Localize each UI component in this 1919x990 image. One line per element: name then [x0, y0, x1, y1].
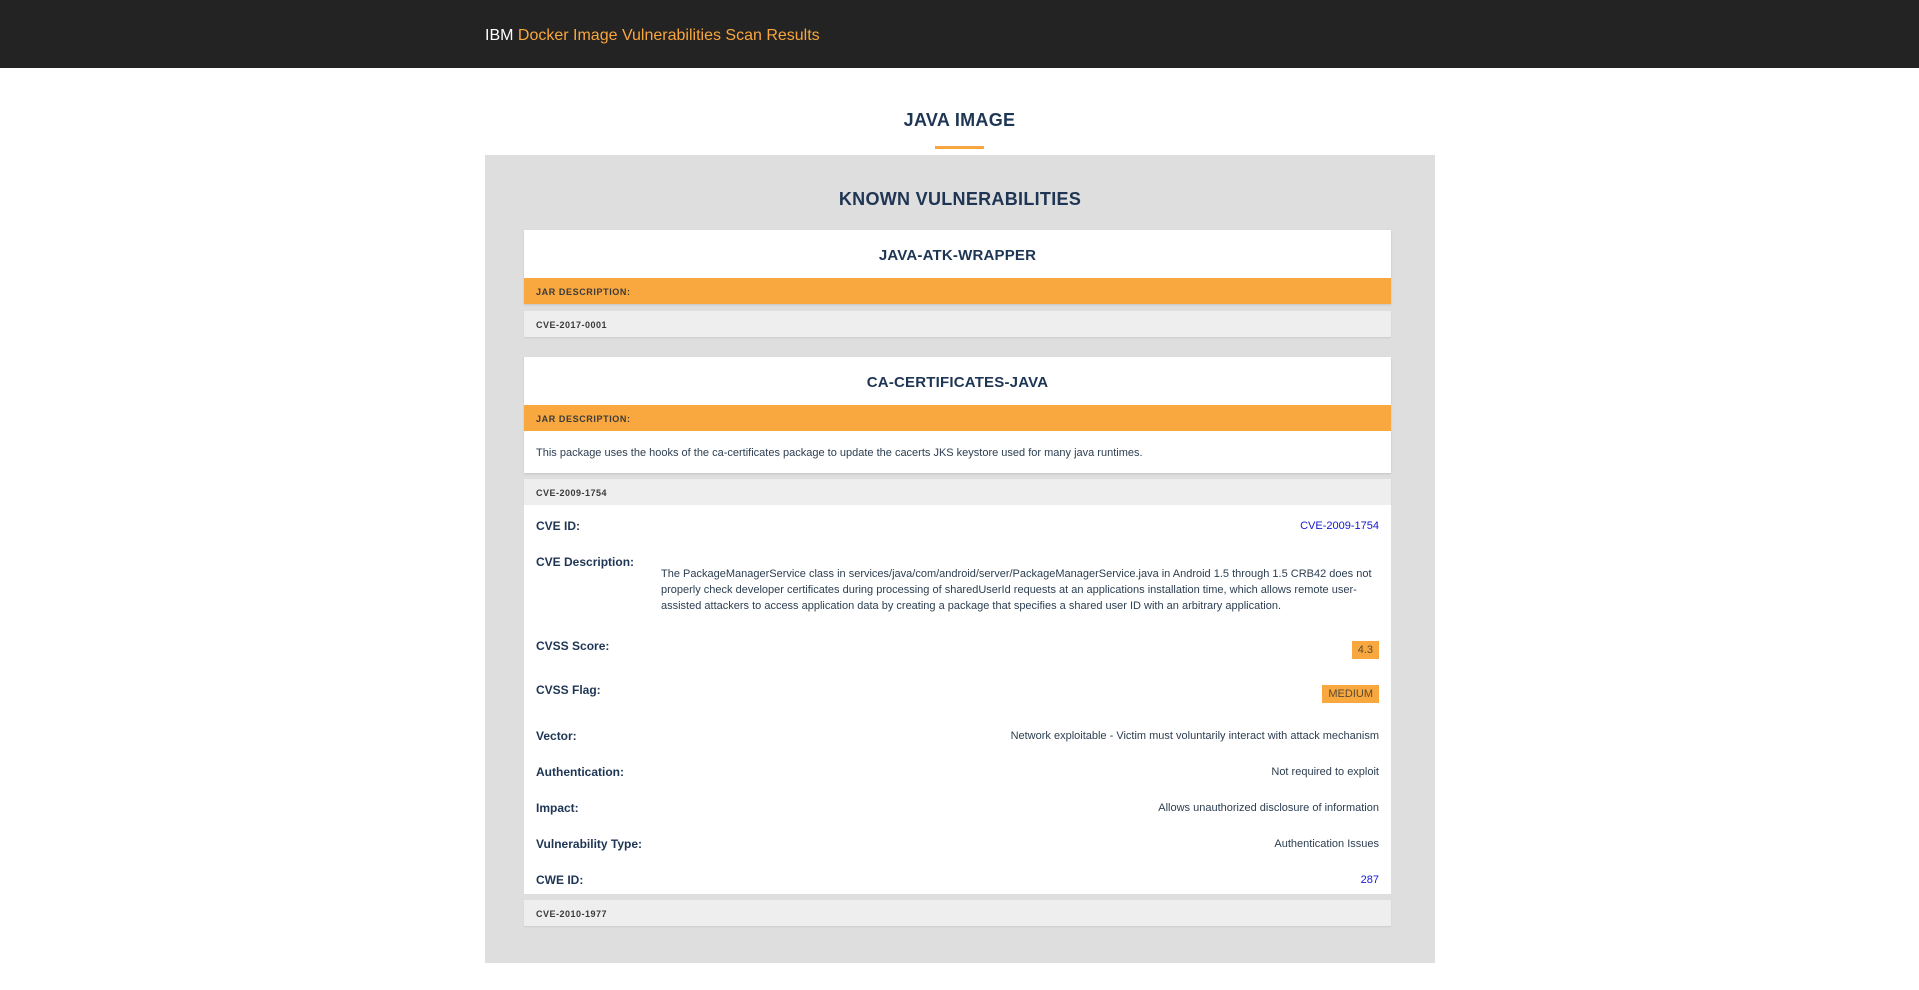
authentication-field-label: Authentication:: [536, 765, 624, 779]
package-card: JAVA-ATK-WRAPPER JAR DESCRIPTION:: [524, 230, 1391, 304]
package-card: CA-CERTIFICATES-JAVA JAR DESCRIPTION: Th…: [524, 357, 1391, 473]
cve-accordion-header[interactable]: CVE-2010-1977: [524, 900, 1391, 926]
package-name: JAVA-ATK-WRAPPER: [878, 247, 1037, 264]
cve-accordion-header[interactable]: CVE-2017-0001: [524, 311, 1391, 337]
cwe-id-field-label: CWE ID:: [536, 873, 584, 887]
jar-description-text: This package uses the hooks of the ca-ce…: [536, 447, 1143, 459]
title-underline-divider: [935, 146, 984, 149]
cve-description-text: The PackageManagerService class in servi…: [661, 568, 1372, 612]
package-name: CA-CERTIFICATES-JAVA: [866, 374, 1049, 391]
cve-id-link[interactable]: CVE-2009-1754: [1300, 520, 1379, 532]
cvss-flag-badge: MEDIUM: [1322, 685, 1379, 703]
top-nav-bar: IBM Docker Image Vulnerabilities Scan Re…: [0, 0, 1919, 68]
jar-description-label: JAR DESCRIPTION:: [536, 287, 631, 297]
impact-value: Allows unauthorized disclosure of inform…: [1158, 802, 1379, 814]
app-title: Docker Image Vulnerabilities Scan Result…: [517, 27, 820, 44]
cvss-flag-field-label: CVSS Flag:: [536, 683, 601, 697]
cve-id-label: CVE-2009-1754: [536, 488, 608, 498]
cve-accordion-header[interactable]: CVE-2009-1754: [524, 479, 1391, 505]
cve-detail-section: CVE ID: CVE-2009-1754 CVE Description: T…: [524, 505, 1391, 894]
page-title: JAVA IMAGE: [903, 110, 1016, 130]
authentication-value: Not required to exploit: [1271, 766, 1379, 778]
cwe-id-link[interactable]: 287: [1361, 874, 1379, 886]
vulnerability-type-field-label: Vulnerability Type:: [536, 837, 643, 851]
vector-value: Network exploitable - Victim must volunt…: [1010, 730, 1379, 742]
vector-field-label: Vector:: [536, 729, 577, 743]
cve-id-field-label: CVE ID:: [536, 519, 581, 533]
impact-field-label: Impact:: [536, 801, 579, 815]
panel-title: KNOWN VULNERABILITIES: [838, 189, 1082, 209]
vulnerability-type-value: Authentication Issues: [1274, 838, 1379, 850]
cvss-score-field-label: CVSS Score:: [536, 639, 610, 653]
jar-description-bar[interactable]: JAR DESCRIPTION:: [524, 278, 1391, 304]
cve-id-label: CVE-2017-0001: [536, 320, 608, 330]
jar-description-bar[interactable]: JAR DESCRIPTION:: [524, 405, 1391, 431]
cvss-score-badge: 4.3: [1351, 641, 1379, 659]
cve-id-label: CVE-2010-1977: [536, 909, 608, 919]
known-vulnerabilities-panel: KNOWN VULNERABILITIES JAVA-ATK-WRAPPER J…: [485, 155, 1435, 963]
app-brand[interactable]: IBM Docker Image Vulnerabilities Scan Re…: [485, 26, 820, 46]
cve-description-field-label: CVE Description:: [536, 555, 635, 569]
brand-logo-text: IBM: [485, 27, 514, 44]
jar-description-label: JAR DESCRIPTION:: [536, 414, 631, 424]
